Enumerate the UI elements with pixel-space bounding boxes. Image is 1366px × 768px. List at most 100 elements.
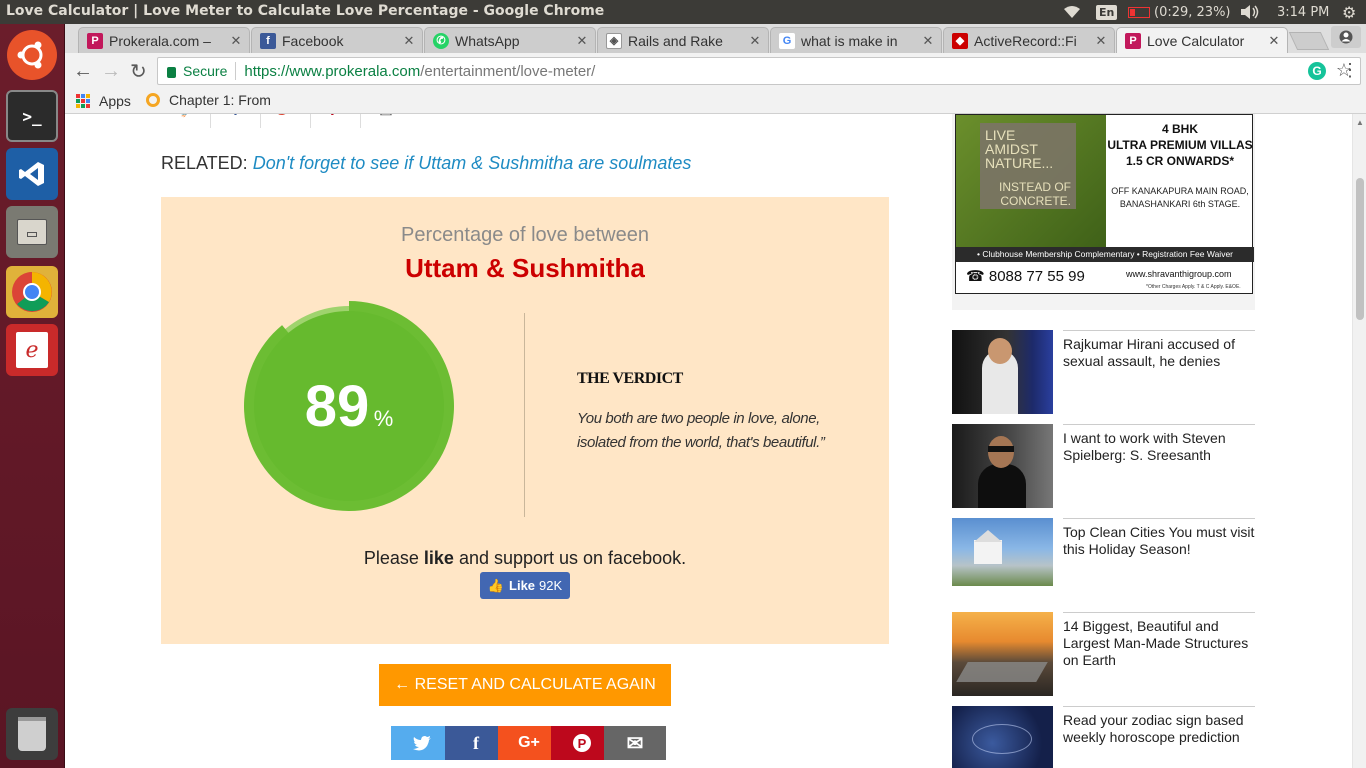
grammarly-extension-icon[interactable]: G xyxy=(1308,62,1326,80)
scrollbar-thumb[interactable] xyxy=(1356,178,1364,320)
ad-benefits-strip: • Clubhouse Membership Complementary • R… xyxy=(956,247,1254,262)
tab-google-search[interactable]: G what is make in ✕ xyxy=(770,27,942,53)
tab-love-calculator[interactable]: P Love Calculator ✕ xyxy=(1116,27,1288,53)
advertisement[interactable]: LIVE AMIDST NATURE... INSTEAD OF CONCRET… xyxy=(952,114,1255,310)
apps-label: Apps xyxy=(99,93,131,109)
battery-status: (0:29, 23%) xyxy=(1154,4,1231,20)
tab-facebook[interactable]: f Facebook ✕ xyxy=(251,27,423,53)
related-prefix: RELATED: xyxy=(161,153,248,173)
reload-icon[interactable]: ↻ xyxy=(130,59,147,84)
news-thumbnail xyxy=(952,330,1053,414)
support-text-bold: like xyxy=(423,548,454,568)
tab-prokerala[interactable]: P Prokerala.com – ✕ xyxy=(78,27,250,53)
terminal-icon[interactable]: >_ xyxy=(6,90,58,142)
ad-headline: 4 BHK ULTRA PREMIUM VILLAS 1.5 CR ONWARD… xyxy=(1106,121,1254,169)
url-path: /entertainment/love-meter/ xyxy=(420,62,596,80)
news-item[interactable]: Rajkumar Hirani accused of sexual assaul… xyxy=(952,330,1255,414)
chrome-icon[interactable] xyxy=(6,266,58,318)
trash-icon[interactable] xyxy=(6,708,58,760)
settings-gear-icon[interactable]: ⚙ xyxy=(1342,0,1356,24)
new-tab-button[interactable] xyxy=(1288,32,1330,50)
whatsapp-favicon-icon: ✆ xyxy=(433,32,449,49)
news-thumbnail xyxy=(952,706,1053,768)
close-icon[interactable]: ✕ xyxy=(229,33,243,49)
pinterest-icon: P xyxy=(573,734,591,752)
forward-arrow-icon[interactable]: → xyxy=(101,60,121,83)
bookmark-favicon-icon xyxy=(146,93,160,107)
scroll-up-arrow-icon[interactable]: ▲ xyxy=(1356,118,1364,127)
clock[interactable]: 3:14 PM xyxy=(1277,0,1329,24)
menu-icon[interactable]: ⋮ xyxy=(1341,60,1359,80)
ubuntu-dash-icon[interactable] xyxy=(7,30,57,80)
ad-tagline-box: LIVE AMIDST NATURE... INSTEAD OF CONCRET… xyxy=(980,123,1076,209)
news-divider xyxy=(1063,612,1255,613)
prokerala-favicon-icon: P xyxy=(87,32,103,49)
like-label: Like xyxy=(509,578,536,593)
ad-address-2: BANASHANKARI 6th STAGE. xyxy=(1119,199,1241,209)
facebook-icon: f xyxy=(473,732,479,753)
page-scrollbar[interactable]: ▲ xyxy=(1352,114,1366,768)
vscode-icon[interactable] xyxy=(6,148,58,200)
twitter-icon[interactable]: 🐦 xyxy=(161,114,211,128)
close-icon[interactable]: ✕ xyxy=(1267,33,1281,49)
browser-toolbar: ← → ↻ Secure https://www.prokerala.com /… xyxy=(65,53,1366,89)
battery-indicator[interactable]: (0:29, 23%) xyxy=(1128,0,1231,24)
bookmark-chapter-1[interactable]: Chapter 1: From xyxy=(146,92,271,108)
news-item[interactable]: Top Clean Cities You must visit this Hol… xyxy=(952,518,1255,586)
back-arrow-icon[interactable]: ← xyxy=(73,60,93,83)
ad-headline-2: ULTRA PREMIUM VILLAS xyxy=(1107,138,1253,152)
percent-display: 89 % xyxy=(244,373,454,440)
document-viewer-icon[interactable]: ℯ xyxy=(6,324,58,376)
share-email-button[interactable]: ✉ xyxy=(604,726,666,760)
keyboard-language-indicator[interactable]: En xyxy=(1096,0,1118,24)
profile-icon[interactable] xyxy=(1331,26,1361,48)
close-icon[interactable]: ✕ xyxy=(575,33,589,49)
ad-phone: ☎ 8088 77 55 99 xyxy=(966,267,1085,285)
related-link[interactable]: Don't forget to see if Uttam & Sushmitha… xyxy=(253,153,692,173)
news-thumbnail xyxy=(952,612,1053,696)
ad-fineprint: *Other Charges Apply. T & C Apply. E&OE. xyxy=(1146,284,1241,290)
share-twitter-button[interactable] xyxy=(391,726,453,760)
support-text-pre: Please xyxy=(363,548,424,568)
news-thumbnail xyxy=(952,424,1053,508)
result-heading: Percentage of love between xyxy=(401,224,649,246)
tab-whatsapp[interactable]: ✆ WhatsApp ✕ xyxy=(424,27,596,53)
apps-shortcut[interactable]: Apps xyxy=(76,93,131,109)
news-divider xyxy=(1063,706,1255,707)
google-plus-icon[interactable]: G+ xyxy=(261,114,311,128)
wifi-icon[interactable] xyxy=(1063,0,1081,24)
email-icon[interactable]: ✉ xyxy=(361,114,411,128)
verdict-divider xyxy=(524,313,525,517)
news-item[interactable]: Read your zodiac sign based weekly horos… xyxy=(952,706,1255,768)
close-icon[interactable]: ✕ xyxy=(402,33,416,49)
news-divider xyxy=(1063,330,1255,331)
tab-rails-and-rake[interactable]: ◈ Rails and Rake ✕ xyxy=(597,27,769,53)
close-icon[interactable]: ✕ xyxy=(748,33,762,49)
facebook-support-text: Please like and support us on facebook. xyxy=(161,548,889,569)
close-icon[interactable]: ✕ xyxy=(921,33,935,49)
close-icon[interactable]: ✕ xyxy=(1094,33,1108,49)
facebook-favicon-icon: f xyxy=(260,32,276,49)
bookmark-label: Chapter 1: From xyxy=(169,92,271,108)
facebook-icon[interactable]: f xyxy=(211,114,261,128)
tab-activerecord[interactable]: ◆ ActiveRecord::Fi ✕ xyxy=(943,27,1115,53)
result-box: Percentage of love between Uttam & Sushm… xyxy=(161,197,889,644)
volume-icon[interactable] xyxy=(1240,0,1260,24)
google-favicon-icon: G xyxy=(779,32,795,49)
thumbs-up-icon: 👍 xyxy=(487,577,505,593)
ruby-favicon-icon: ◆ xyxy=(952,32,968,49)
chrome-tab-strip: P Prokerala.com – ✕ f Facebook ✕ ✆ Whats… xyxy=(65,24,1366,53)
news-item[interactable]: I want to work with Steven Spielberg: S.… xyxy=(952,424,1255,508)
pinterest-icon[interactable]: P xyxy=(311,114,361,128)
address-bar[interactable]: Secure https://www.prokerala.com /entert… xyxy=(157,57,1361,85)
ad-headline-1: 4 BHK xyxy=(1161,122,1198,136)
news-item[interactable]: 14 Biggest, Beautiful and Largest Man-Ma… xyxy=(952,612,1255,696)
files-icon[interactable] xyxy=(6,206,58,258)
prokerala-favicon-icon: P xyxy=(1125,32,1141,49)
news-thumbnail xyxy=(952,518,1053,586)
percent-sign: % xyxy=(373,406,394,431)
reset-calculate-button[interactable]: ← RESET AND CALCULATE AGAIN xyxy=(379,664,671,706)
rails-favicon-icon: ◈ xyxy=(606,32,622,49)
facebook-like-button[interactable]: 👍 Like 92K xyxy=(480,572,570,599)
email-icon: ✉ xyxy=(626,732,644,755)
